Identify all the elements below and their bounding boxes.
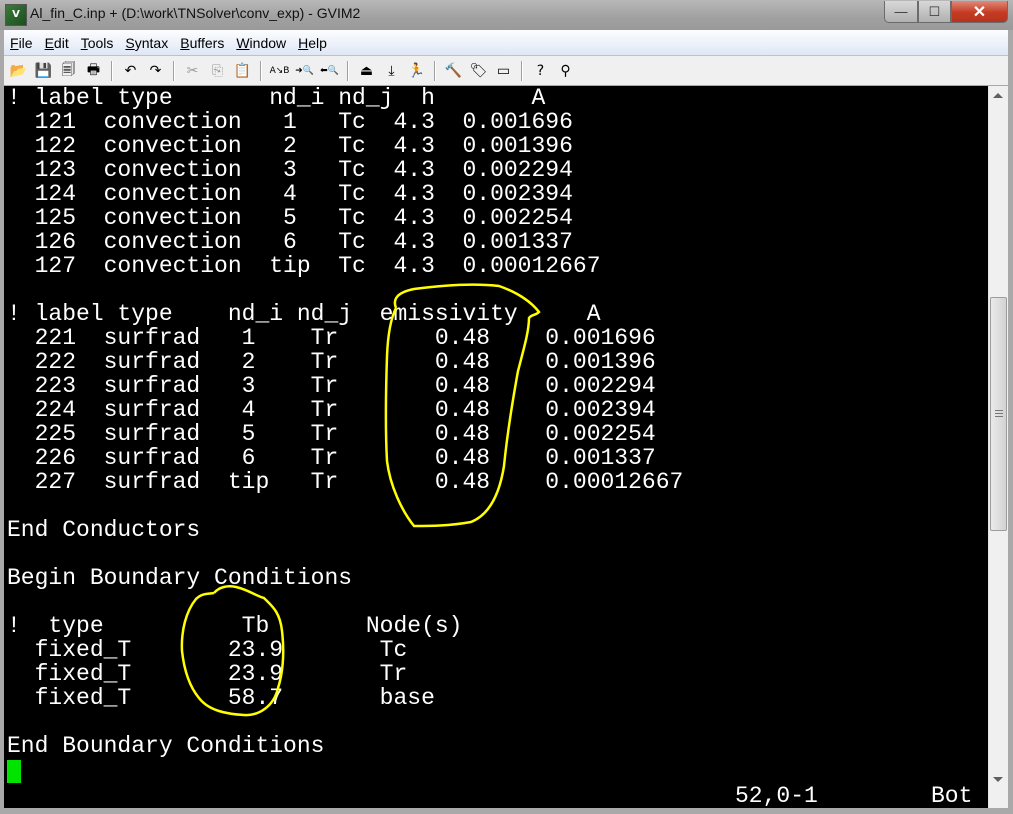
cut-icon[interactable]: ✂ <box>180 60 205 82</box>
find-next-icon[interactable]: ➜🔍 <box>292 60 317 82</box>
menu-tools[interactable]: Tools <box>75 35 120 51</box>
save-icon[interactable]: 💾 <box>31 60 56 82</box>
minimize-button[interactable]: — <box>884 1 918 23</box>
toolbar: 📂 💾 🗐 🖶 ↶ ↷ ✂ ⎘ 📋 A↘B ➜🔍 ⬅🔍 ⏏ ⤓ 🏃 🔨 🏷 ▭? ⚲ <box>4 56 1008 85</box>
menu-help[interactable]: Help <box>292 35 333 51</box>
emissivity-circle-annotation <box>384 283 541 528</box>
toolbar-separator <box>173 60 175 81</box>
menu-edit[interactable]: Edit <box>39 35 75 51</box>
toolbar-separator <box>111 60 113 81</box>
menu-syntax[interactable]: Syntax <box>119 35 174 51</box>
redo-icon[interactable]: ↷ <box>143 60 168 82</box>
load-session-icon[interactable]: ⏏ <box>354 60 379 82</box>
vim-icon[interactable]: V <box>5 4 27 26</box>
save-session-icon[interactable]: ⤓ <box>379 60 404 82</box>
maximize-button[interactable]: ☐ <box>918 1 951 23</box>
help-icon[interactable]: ? <box>528 60 553 82</box>
scroll-up-arrow-icon[interactable] <box>993 93 1003 98</box>
toolbar-separator <box>521 60 523 81</box>
save-all-icon[interactable]: 🗐 <box>56 60 81 82</box>
build-tags-icon[interactable]: 🏷 <box>466 60 491 82</box>
toolbar-separator <box>347 60 349 81</box>
title-bar[interactable]: V Al_fin_C.inp + (D:\work\TNSolver\conv_… <box>0 0 1013 30</box>
minimize-icon: — <box>894 4 908 19</box>
menu-buffers[interactable]: Buffers <box>174 35 230 51</box>
window-title: Al_fin_C.inp + (D:\work\TNSolver\conv_ex… <box>30 5 361 21</box>
print-icon[interactable]: 🖶 <box>81 60 106 82</box>
make-icon[interactable]: 🔨 <box>441 60 466 82</box>
menu-file[interactable]: File <box>4 35 39 51</box>
run-script-icon[interactable]: 🏃 <box>404 60 429 82</box>
menu-window[interactable]: Window <box>230 35 292 51</box>
replace-icon[interactable]: A↘B <box>267 60 292 82</box>
vertical-scrollbar[interactable] <box>988 86 1008 808</box>
jump-tag-icon[interactable]: ▭ <box>491 60 516 82</box>
find-help-icon[interactable]: ⚲ <box>553 60 578 82</box>
copy-icon[interactable]: ⎘ <box>205 60 230 82</box>
toolbar-separator <box>260 60 262 81</box>
close-icon: ✕ <box>972 3 987 21</box>
scroll-down-arrow-icon[interactable] <box>993 777 1003 782</box>
open-icon[interactable]: 📂 <box>6 60 31 82</box>
toolbar-separator <box>434 60 436 81</box>
tb-circle-annotation <box>180 585 285 717</box>
annotation-layer <box>180 283 541 717</box>
close-button[interactable]: ✕ <box>951 1 1008 23</box>
window-bottom-border <box>0 808 1013 814</box>
scrollbar-thumb[interactable] <box>990 297 1007 531</box>
undo-icon[interactable]: ↶ <box>118 60 143 82</box>
editor-text-area[interactable]: End Boundary Conditions fixed_T 58.7 bas… <box>4 86 988 808</box>
menu-bar: File Edit Tools Syntax Buffers Window Help <box>4 30 1008 56</box>
find-prev-icon[interactable]: ⬅🔍 <box>317 60 342 82</box>
paste-icon[interactable]: 📋 <box>230 60 255 82</box>
grip-icon <box>995 410 1003 418</box>
maximize-icon: ☐ <box>928 3 941 19</box>
window-controls: — ☐ ✕ <box>884 1 1008 23</box>
